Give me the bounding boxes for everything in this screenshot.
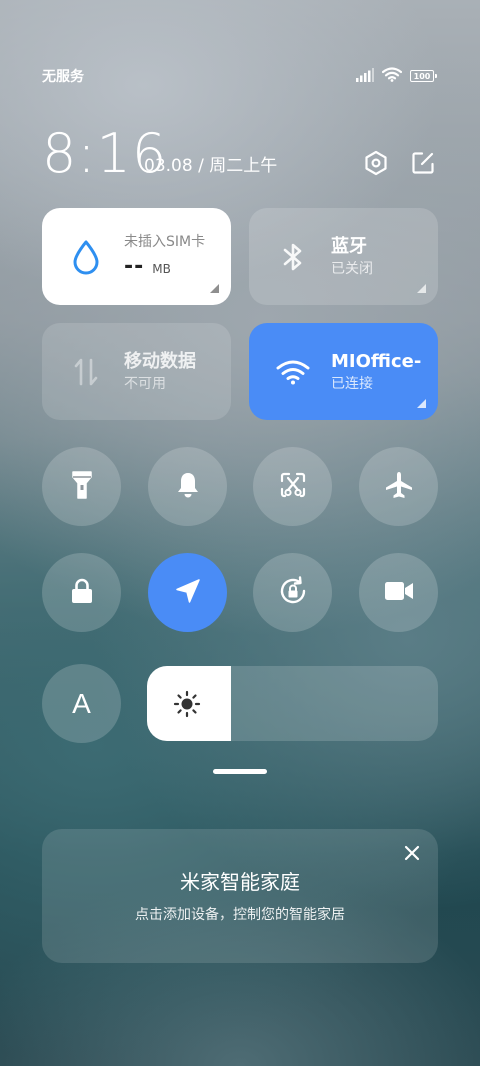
wifi-icon (381, 66, 403, 86)
close-icon[interactable] (400, 841, 424, 865)
bell-icon (176, 471, 200, 503)
data-usage-unit: MB (152, 261, 171, 276)
signal-bars-icon (356, 67, 374, 86)
sun-icon (173, 690, 201, 722)
auto-brightness-label: A (72, 687, 91, 719)
location-arrow-icon (175, 578, 201, 608)
tile-expand-corner (417, 284, 426, 293)
wifi-tile[interactable]: MIOffice- 已连接 (249, 323, 438, 420)
battery-level: 100 (413, 71, 431, 81)
screenshot-toggle[interactable] (253, 447, 332, 526)
sim-data-tile[interactable]: 未插入SIM卡 -- MB (42, 208, 231, 305)
wifi-icon (273, 352, 313, 392)
mobile-data-status: 不可用 (124, 375, 166, 392)
data-arrows-icon (66, 352, 106, 392)
location-toggle[interactable] (148, 553, 227, 632)
airplane-toggle[interactable] (359, 447, 438, 526)
bluetooth-tile[interactable]: 蓝牙 已关闭 (249, 208, 438, 305)
video-camera-icon (384, 580, 414, 606)
home-indicator[interactable] (213, 769, 267, 774)
brightness-slider[interactable] (147, 666, 438, 741)
water-drop-icon (66, 237, 106, 277)
edit-icon[interactable] (408, 148, 438, 178)
lock-screen-toggle[interactable] (42, 553, 121, 632)
auto-brightness-button[interactable]: A (42, 664, 121, 743)
status-icons: 100 (356, 66, 437, 86)
rotation-lock-icon (277, 575, 309, 611)
data-usage-value: -- (124, 253, 145, 279)
wifi-network-name: MIOffice- (331, 350, 422, 372)
battery-icon: 100 (410, 70, 437, 82)
airplane-icon (384, 470, 414, 504)
bluetooth-label: 蓝牙 (331, 235, 367, 257)
date-text: 03.08 / 周二上午 (144, 156, 278, 176)
wifi-status: 已连接 (331, 375, 373, 392)
rotation-lock-toggle[interactable] (253, 553, 332, 632)
sim-label: 未插入SIM卡 (124, 233, 206, 250)
flashlight-toggle[interactable] (42, 447, 121, 526)
bluetooth-icon (273, 237, 313, 277)
screenshot-scissors-icon (279, 471, 307, 503)
smart-home-title: 米家智能家庭 (180, 870, 300, 894)
lock-icon (70, 578, 94, 608)
screen-record-toggle[interactable] (359, 553, 438, 632)
mobile-data-label: 移动数据 (124, 350, 196, 372)
smart-home-card[interactable]: 米家智能家庭 点击添加设备，控制您的智能家居 (42, 829, 438, 963)
tile-expand-corner (417, 399, 426, 408)
tile-expand-corner (210, 284, 219, 293)
smart-home-subtitle: 点击添加设备，控制您的智能家居 (135, 907, 345, 923)
silent-toggle[interactable] (148, 447, 227, 526)
flashlight-icon (71, 470, 93, 504)
carrier-status: 无服务 (42, 69, 84, 85)
settings-hexagon-icon[interactable] (361, 148, 391, 178)
bluetooth-status: 已关闭 (331, 260, 373, 277)
mobile-data-tile[interactable]: 移动数据 不可用 (42, 323, 231, 420)
